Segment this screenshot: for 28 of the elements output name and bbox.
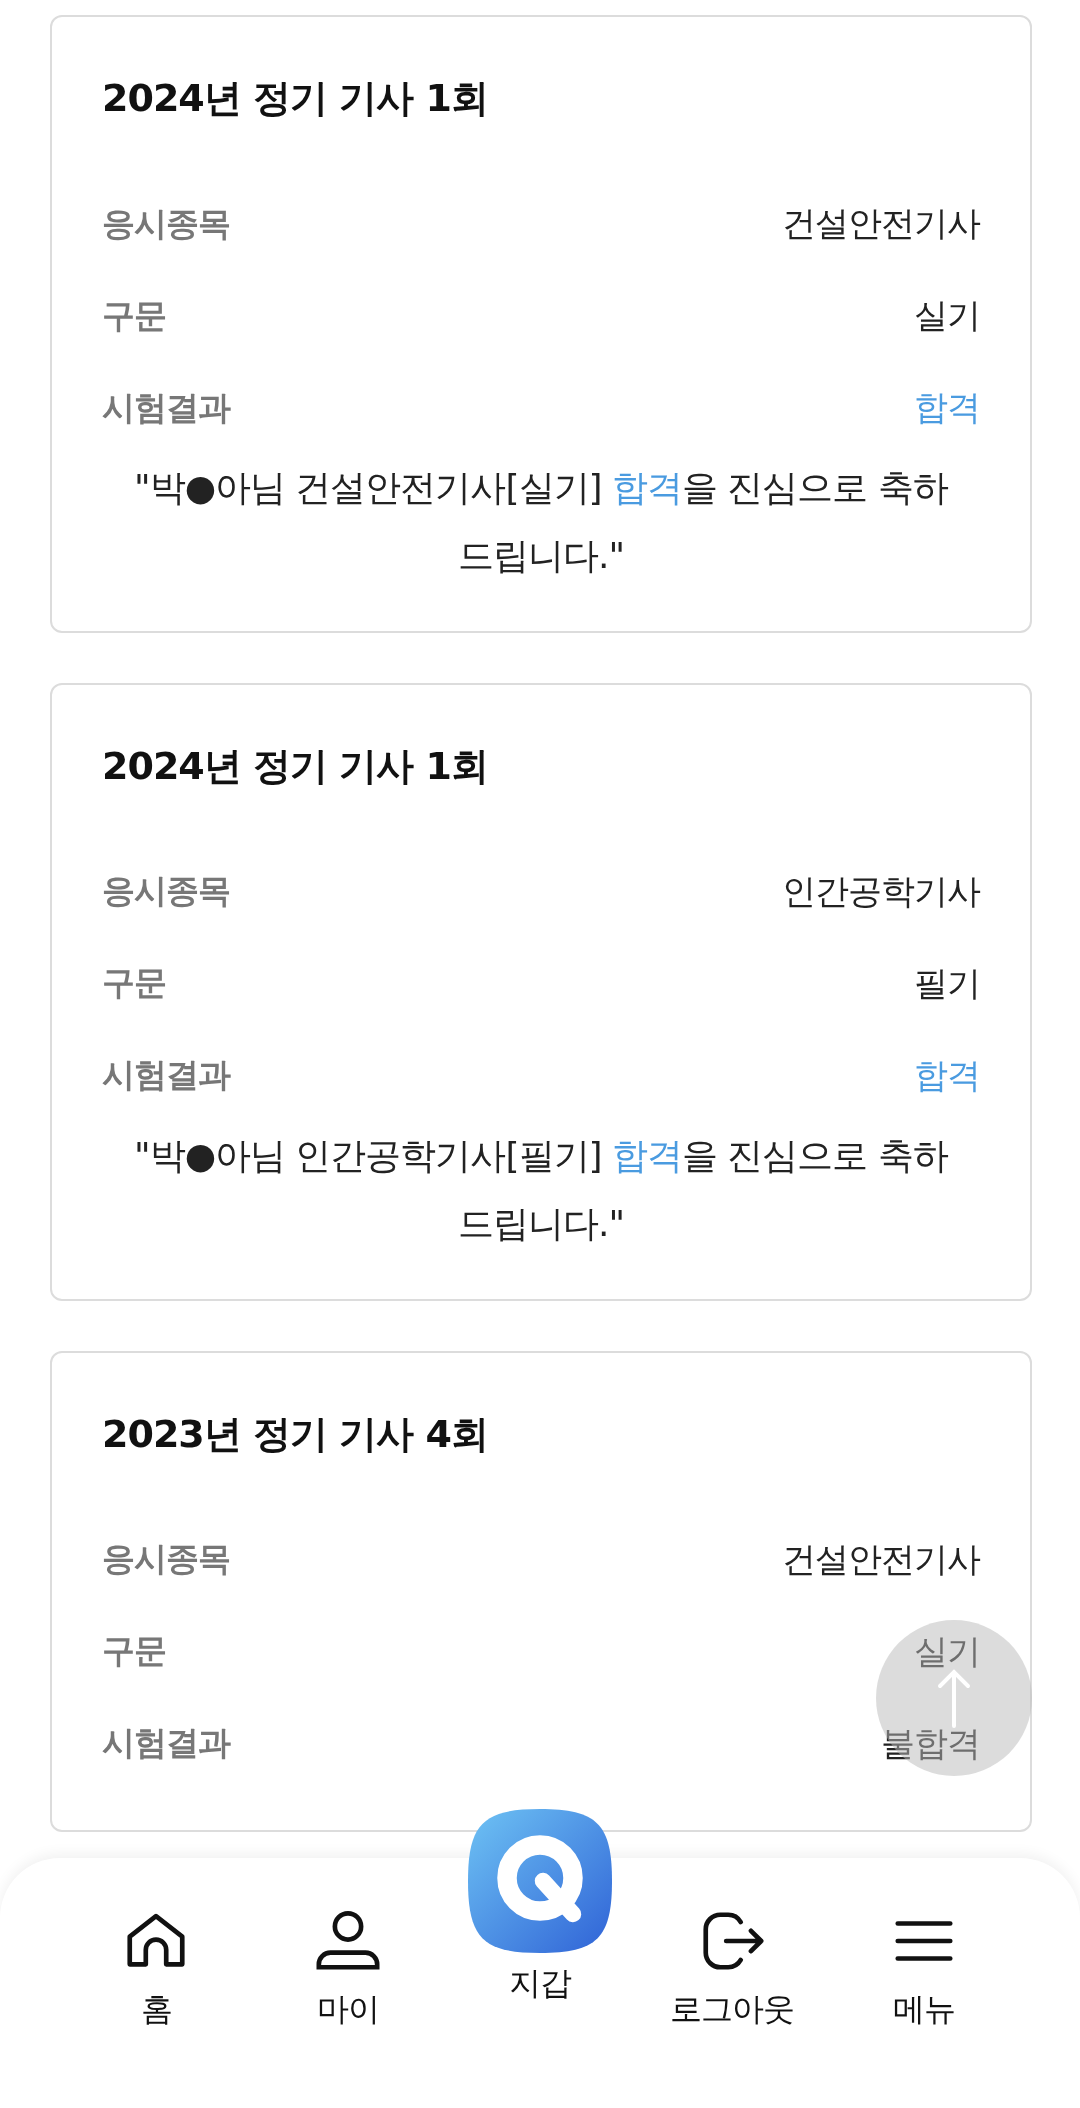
field-value: 합격 xyxy=(914,386,980,429)
nav-item[interactable]: 지갑 xyxy=(444,1806,636,2006)
field-value: 건설안전기사 xyxy=(782,202,980,245)
field-label: 응시종목 xyxy=(102,202,230,245)
field-label: 응시종목 xyxy=(102,870,230,913)
field-value: 불합격 xyxy=(881,1721,980,1765)
field-value: 필기 xyxy=(914,961,980,1005)
field-label: 시험결과 xyxy=(102,1054,230,1097)
nav-item[interactable]: 메뉴 xyxy=(828,1858,1020,2032)
field-label: 구문 xyxy=(102,962,166,1005)
field-label: 시험결과 xyxy=(102,386,230,429)
nav-item[interactable]: 로그아웃 xyxy=(636,1858,828,2032)
congratulation-message: "박●아님 건설안전기사[실기] 합격을 진심으로 축하드립니다." xyxy=(133,466,949,579)
field-value: 실기 xyxy=(914,1629,980,1673)
exam-title: 2024년 정기 기사 1회 xyxy=(102,742,489,790)
field-label: 구문 xyxy=(102,1630,166,1673)
exam-title: 2024년 정기 기사 1회 xyxy=(102,75,489,122)
congratulation-message: "박●아님 인간공학기사[필기] 합격을 진심으로 축하드립니다." xyxy=(133,1133,949,1247)
field-value: 건설안전기사 xyxy=(782,1537,980,1581)
field-value: 실기 xyxy=(914,294,980,337)
nav-item[interactable]: 마이 xyxy=(252,1858,444,2032)
field-label: 시험결과 xyxy=(102,1722,230,1765)
nav-item[interactable]: 홈 xyxy=(60,1858,252,2032)
field-label: 응시종목 xyxy=(102,1538,230,1581)
field-value: 인간공학기사 xyxy=(782,869,980,913)
field-value: 합격 xyxy=(914,1053,980,1097)
field-label: 구문 xyxy=(102,294,166,337)
exam-title: 2023년 정기 기사 4회 xyxy=(102,1410,489,1458)
